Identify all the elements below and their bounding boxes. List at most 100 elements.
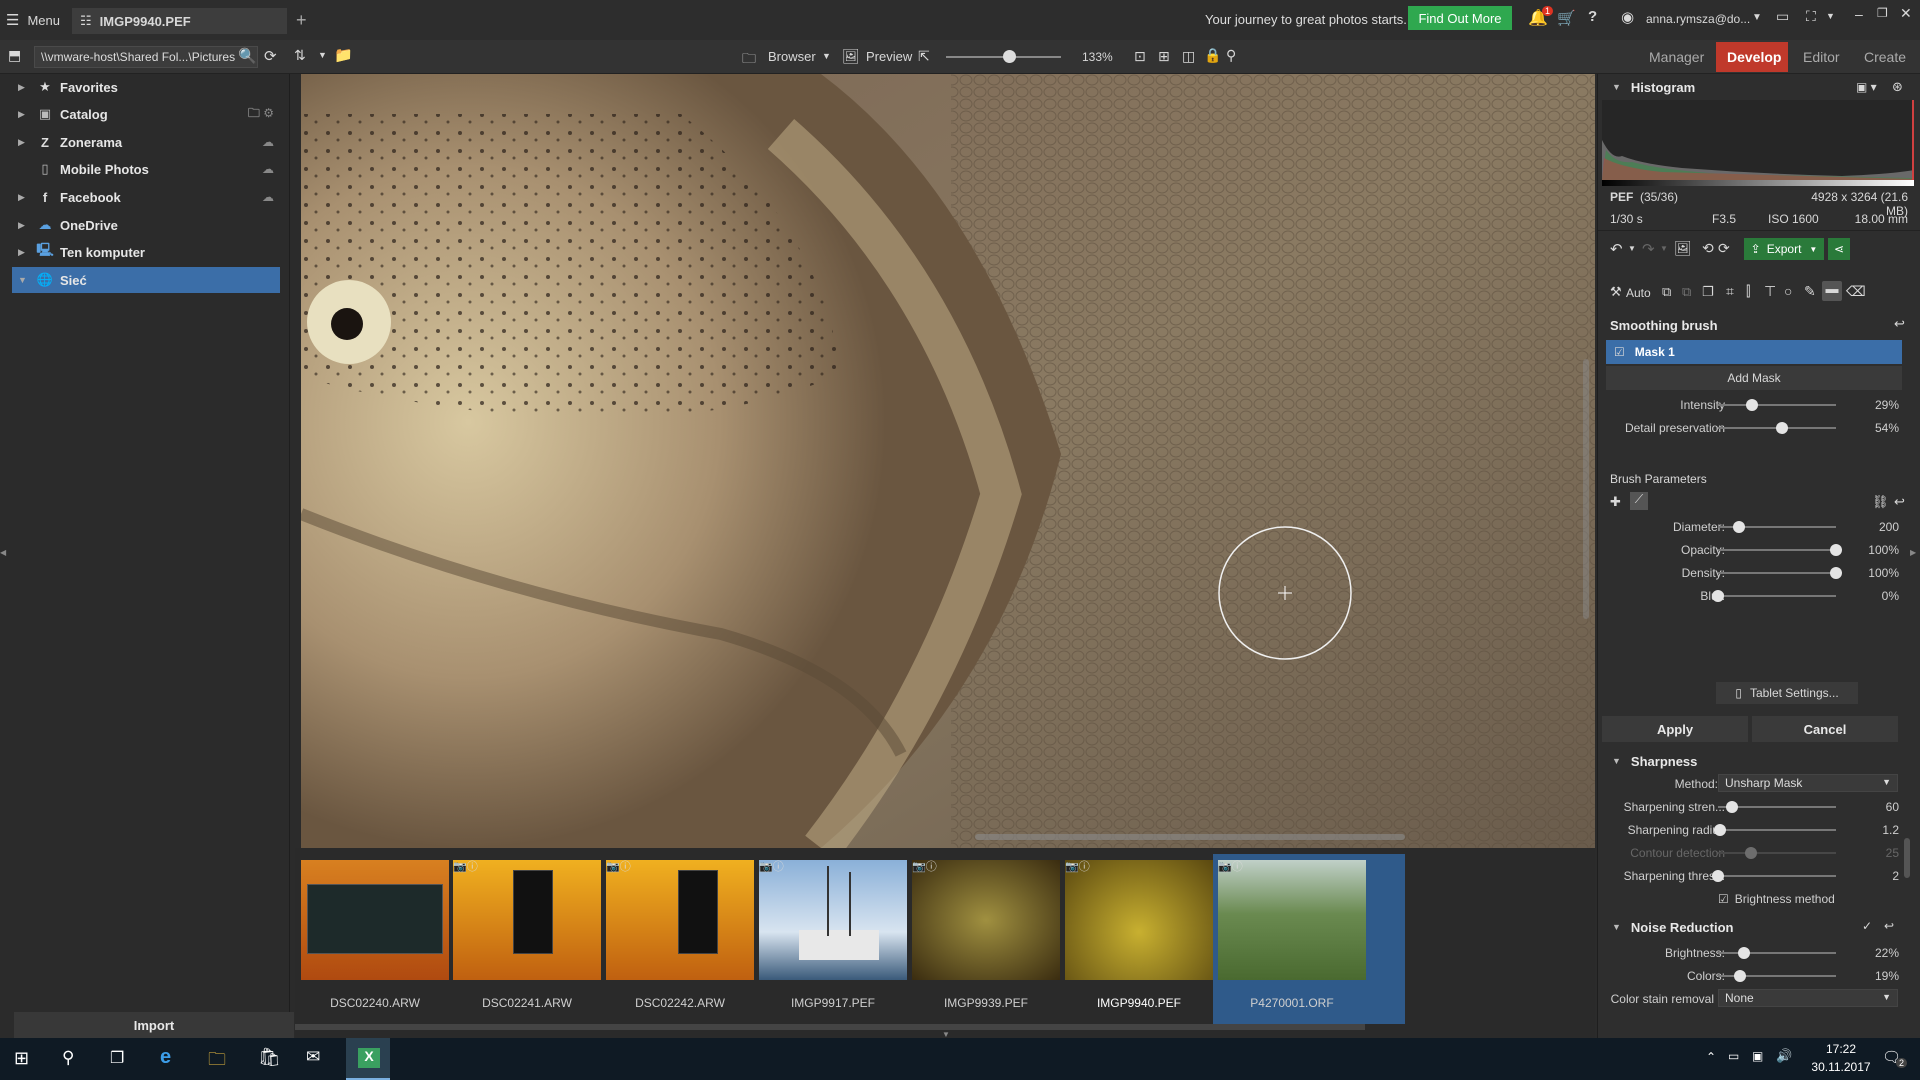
slider-track[interactable] (1718, 567, 1842, 579)
zoom-slider-knob[interactable] (1003, 50, 1017, 63)
slider-knob[interactable] (1733, 521, 1746, 533)
slider-diameter[interactable]: Diameter: 200 (1598, 516, 1920, 538)
redo-icon[interactable]: ↷ (1642, 240, 1655, 258)
slider-track[interactable] (1718, 947, 1836, 959)
help-icon[interactable]: ? (1588, 8, 1597, 25)
tree-item-siec[interactable]: ▼ 🌐 Sieć (12, 267, 280, 293)
preview-button[interactable]: Preview (866, 49, 912, 64)
collapse-icon[interactable]: ▼ (18, 275, 32, 285)
task-view-icon[interactable]: ❐ (110, 1048, 124, 1068)
brush-remove-icon[interactable]: ⟋ (1630, 492, 1648, 510)
histogram-mode-icon[interactable]: ▣ ▾ (1856, 80, 1877, 94)
crop-icon[interactable]: ⌗ (1726, 283, 1734, 300)
menu-button[interactable]: ☰ Menu (6, 10, 60, 30)
tab-create[interactable]: Create (1864, 49, 1906, 65)
copy-settings-icon[interactable]: ⧉ (1662, 284, 1671, 300)
folder-icon[interactable]: 📁 (334, 46, 353, 64)
export-dropdown-icon[interactable]: ▼ (1809, 245, 1817, 254)
close-icon[interactable]: ✕ (1900, 5, 1912, 22)
slider-detail-preservation[interactable]: Detail preservation 54% (1598, 417, 1920, 439)
slider-knob[interactable] (1775, 422, 1788, 434)
add-tab-button[interactable]: + (296, 10, 307, 31)
auto-button[interactable]: Auto (1626, 286, 1651, 300)
brightness-method-checkbox[interactable]: ☑ Brightness method (1718, 892, 1835, 906)
actual-size-icon[interactable]: ⊡ (1134, 48, 1146, 65)
reset-icon[interactable]: ↩ (1894, 316, 1905, 332)
slider-value[interactable]: 54% (1855, 421, 1899, 435)
slider-track[interactable] (1718, 422, 1836, 434)
circle-filter-icon[interactable]: ○ (1784, 283, 1792, 299)
fullscreen-dropdown-icon[interactable]: ▼ (1826, 11, 1835, 21)
checkbox-checked-icon[interactable]: ☑ (1614, 345, 1625, 359)
slider-knob[interactable] (1830, 544, 1842, 556)
slider-track[interactable] (1714, 824, 1836, 836)
cart-icon[interactable]: 🛒 (1557, 9, 1576, 27)
mail-icon[interactable]: ✉ (306, 1047, 320, 1067)
presets-icon[interactable]: ❐ (1702, 284, 1714, 300)
file-explorer-icon[interactable]: 🗀 (208, 1047, 226, 1077)
expand-icon[interactable]: ▶ (18, 82, 32, 93)
link-icon[interactable]: ⛓ (1872, 494, 1889, 510)
tree-item-zonerama[interactable]: ▶ Z Zonerama ☁ (18, 129, 280, 155)
cancel-button[interactable]: Cancel (1752, 716, 1898, 742)
slider-sharpening-radius[interactable]: Sharpening radius 1.2 (1598, 819, 1920, 841)
filmstrip-scrollbar[interactable] (295, 1024, 1365, 1030)
export-button[interactable]: ⇪ Export ▼ (1744, 238, 1824, 260)
compare-icon[interactable]: 🖼 (1674, 240, 1692, 257)
apply-button[interactable]: Apply (1602, 716, 1748, 742)
slider-track[interactable] (1718, 544, 1842, 556)
slider-value[interactable]: 100% (1855, 566, 1899, 580)
rotate-left-icon[interactable]: ⟲ (1702, 240, 1714, 257)
path-field[interactable]: \\vmware-host\Shared Fol...\Pictures (34, 46, 258, 68)
slider-blur[interactable]: Blur: 0% (1598, 585, 1920, 607)
preview-icon[interactable]: 🖼 (842, 48, 860, 65)
browser-icon[interactable]: 🗀 (742, 48, 756, 72)
viewer-v-scrollbar[interactable] (1583, 359, 1589, 619)
thumbnail[interactable] (301, 860, 449, 980)
method-select[interactable]: Unsharp Mask ▼ (1718, 774, 1898, 792)
thumbnail[interactable] (606, 860, 754, 980)
slider-value[interactable]: 2 (1855, 869, 1899, 883)
slider-value[interactable]: 22% (1855, 946, 1899, 960)
slider-track[interactable] (1718, 970, 1836, 982)
paste-settings-icon[interactable]: ⧉ (1682, 284, 1691, 300)
slider-value[interactable]: 19% (1855, 969, 1899, 983)
split-view-icon[interactable]: ◫ (1182, 48, 1195, 65)
tree-item-facebook[interactable]: ▶ f Facebook ☁ (18, 184, 280, 210)
slider-track[interactable] (1712, 590, 1836, 602)
tray-network-icon[interactable]: ▣ (1752, 1049, 1763, 1063)
expand-icon[interactable]: ▶ (18, 192, 32, 203)
text-icon[interactable]: ⊤ (1764, 283, 1776, 300)
rotate-right-icon[interactable]: ⟳ (1718, 240, 1730, 257)
person-search-icon[interactable]: ⚲ (1226, 47, 1236, 64)
brush-add-icon[interactable]: ✚ (1610, 494, 1621, 510)
slider-opacity[interactable]: Opacity: 100% (1598, 539, 1920, 561)
mask-item[interactable]: ☑ Mask 1 (1606, 340, 1902, 364)
tray-chevron-icon[interactable]: ⌃ (1706, 1050, 1716, 1064)
collapse-right-icon[interactable]: ▶ (1910, 548, 1916, 557)
tree-item-onedrive[interactable]: ▶ ☁ OneDrive (18, 212, 280, 238)
slider-value[interactable]: 29% (1855, 398, 1899, 412)
thumbnail[interactable] (912, 860, 1060, 980)
expand-icon[interactable]: ▶ (18, 137, 32, 148)
fullscreen-icon[interactable]: ⛶ (1806, 8, 1816, 25)
slider-track[interactable] (1718, 801, 1836, 813)
slider-value[interactable]: 1.2 (1855, 823, 1899, 837)
expand-icon[interactable]: ▶ (18, 247, 32, 258)
slider-knob[interactable] (1737, 947, 1750, 959)
edge-icon[interactable]: e (160, 1046, 171, 1069)
color-stain-select[interactable]: None ▼ (1718, 989, 1898, 1007)
tray-battery-icon[interactable]: ▭ (1728, 1049, 1739, 1063)
restore-icon[interactable]: ❐ (1877, 6, 1888, 20)
slider-density[interactable]: Density: 100% (1598, 562, 1920, 584)
histogram-settings-icon[interactable]: ⊛ (1892, 79, 1903, 95)
zoner-taskbar-item[interactable]: X (346, 1038, 390, 1080)
slider-track[interactable] (1718, 521, 1836, 533)
undo-dropdown-icon[interactable]: ▼ (1628, 244, 1636, 253)
browser-button[interactable]: Browser (768, 49, 816, 64)
user-icon[interactable]: ◉ (1621, 8, 1634, 26)
magic-wand-icon[interactable]: ⚒ (1610, 284, 1622, 300)
tree-item-catalog[interactable]: ▶ ▣ Catalog 🗀 ⚙ (18, 101, 280, 127)
undo-icon[interactable]: ↶ (1610, 240, 1623, 258)
expand-icon[interactable]: ▶ (18, 109, 32, 120)
